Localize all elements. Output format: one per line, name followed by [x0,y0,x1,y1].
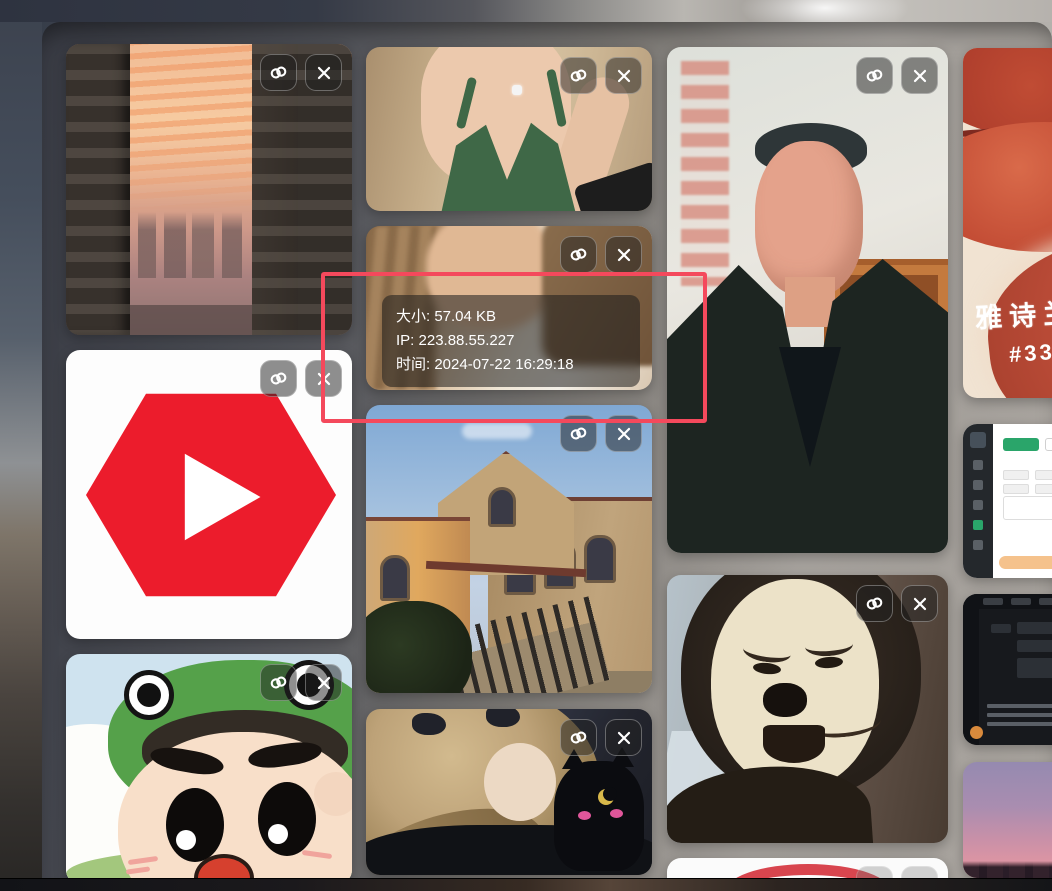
delete-button[interactable] [605,57,642,94]
eye [258,782,316,856]
mini-avatar [970,432,986,448]
trees [366,601,472,693]
cloud [462,423,532,439]
close-icon [910,66,930,86]
close-icon [314,63,334,83]
image-card-play-logo[interactable] [66,350,352,639]
gallery-panel: 雅诗兰 #333 [42,22,1052,891]
bottom-edge-bar [0,878,1052,891]
lower-lip [963,122,1052,252]
image-card-man-portrait[interactable] [667,47,948,553]
background-photo-left-strip [0,0,42,891]
card-actions [856,57,938,94]
face [755,141,863,296]
close-icon [614,245,634,265]
ear [314,772,352,816]
close-icon [614,728,634,748]
hair-bow [486,709,520,727]
close-icon [614,66,634,86]
link-icon [568,65,589,86]
delete-button[interactable] [605,719,642,756]
selection-highlight-box [321,272,707,423]
cat-eye [610,809,623,818]
image-card-husky-dog[interactable] [667,575,948,843]
card-actions [260,664,342,701]
delete-button[interactable] [305,54,342,91]
delete-button[interactable] [605,236,642,273]
image-card-anime-girl-cat[interactable] [366,709,652,875]
link-icon [568,727,589,748]
lipstick-shade-text: #333 [1008,338,1052,368]
lipstick-brand-text: 雅诗兰 [974,291,1052,335]
image-card-villa-house[interactable] [366,405,652,693]
copy-link-button[interactable] [856,585,893,622]
neck [785,277,835,327]
wall-scroll [681,61,729,286]
link-icon [864,65,885,86]
screen: 雅诗兰 #333 [0,0,1052,891]
notice-pill [999,556,1052,569]
frog-eye [124,670,174,720]
card-actions [856,585,938,622]
close-icon [314,673,334,693]
close-icon [614,424,634,444]
image-card-app-screenshot-dark[interactable] [963,594,1052,745]
city-silhouette [963,861,1052,878]
link-icon [268,62,289,83]
link-icon [864,593,885,614]
crescent-mark [598,789,614,805]
copy-link-button[interactable] [560,719,597,756]
card-actions [260,54,342,91]
left-building [66,44,130,335]
delete-button[interactable] [901,57,938,94]
image-card-green-camisole[interactable] [366,47,652,211]
image-card-pink-sunset[interactable] [963,762,1052,878]
close-icon [910,594,930,614]
mini-avatar [970,726,983,739]
image-card-lipstick-swatch[interactable]: 雅诗兰 #333 [963,48,1052,398]
card-actions [560,236,642,273]
image-card-cartoon-frog-boy[interactable] [66,654,352,884]
background-photo-top-strip [0,0,1052,22]
link-icon [268,672,289,693]
image-card-app-screenshot-light[interactable] [963,424,1052,578]
dog-nose [763,683,807,717]
link-icon [268,368,289,389]
necklace-pendant [512,85,522,95]
copy-link-button[interactable] [560,57,597,94]
hair-bow [412,713,446,735]
copy-link-button[interactable] [260,54,297,91]
delete-button[interactable] [901,585,938,622]
face [484,743,556,821]
copy-link-button[interactable] [260,664,297,701]
dog-mouth [763,725,825,763]
delete-button[interactable] [305,664,342,701]
card-actions [560,57,642,94]
cat-eye [578,811,591,820]
distant-skyline [130,212,254,278]
copy-link-button[interactable] [560,236,597,273]
link-icon [568,423,589,444]
black-cat [554,761,644,871]
card-actions [560,719,642,756]
eye [166,788,224,862]
copy-link-button[interactable] [856,57,893,94]
copy-link-button[interactable] [260,360,297,397]
link-icon [568,244,589,265]
image-card-sunset-city[interactable] [66,44,352,335]
